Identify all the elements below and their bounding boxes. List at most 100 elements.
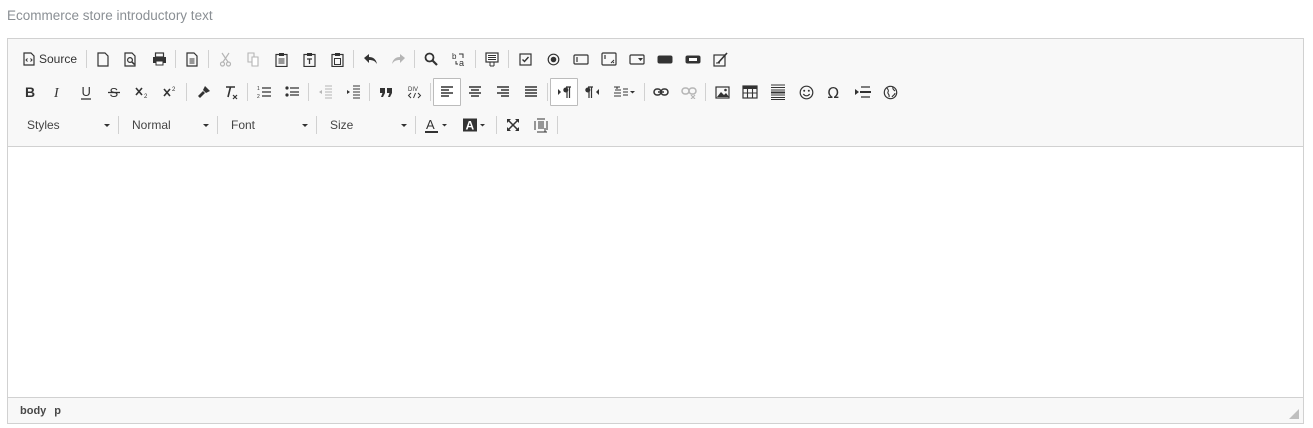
- remove-format-button[interactable]: [217, 78, 245, 106]
- bg-color-button[interactable]: A: [456, 111, 494, 139]
- new-page-button[interactable]: [89, 45, 117, 73]
- outdent-button[interactable]: [311, 78, 339, 106]
- unlink-button[interactable]: [675, 78, 703, 106]
- svg-text:Ω: Ω: [827, 85, 838, 99]
- form-button-button[interactable]: [651, 45, 679, 73]
- image-button[interactable]: [708, 78, 736, 106]
- rtl-button[interactable]: [578, 78, 606, 106]
- preview-icon: [124, 51, 136, 67]
- source-button[interactable]: Source: [16, 45, 84, 73]
- maximize-button[interactable]: [499, 111, 527, 139]
- language-button[interactable]: [606, 78, 642, 106]
- select-field-button[interactable]: [623, 45, 651, 73]
- indent-icon: [346, 85, 360, 99]
- templates-icon: [186, 51, 198, 67]
- font-combo[interactable]: Font: [220, 112, 314, 138]
- ltr-button[interactable]: [550, 78, 578, 106]
- separator: [308, 83, 309, 101]
- select-all-button[interactable]: [478, 45, 506, 73]
- text-field-button[interactable]: [567, 45, 595, 73]
- italic-button[interactable]: I: [44, 78, 72, 106]
- separator: [316, 116, 317, 134]
- horizontal-rule-button[interactable]: [764, 78, 792, 106]
- maximize-icon: [507, 119, 519, 131]
- show-blocks-button[interactable]: [527, 111, 555, 139]
- copy-format-button[interactable]: [189, 78, 217, 106]
- iframe-icon: [883, 85, 897, 99]
- format-label: Normal: [132, 118, 171, 132]
- separator: [353, 50, 355, 68]
- justify-button[interactable]: [517, 78, 545, 106]
- blockquote-button[interactable]: [372, 78, 400, 106]
- paste-word-button[interactable]: [323, 45, 351, 73]
- align-right-icon: [497, 85, 509, 97]
- source-icon: [23, 52, 35, 66]
- table-button[interactable]: [736, 78, 764, 106]
- size-label: Size: [330, 118, 354, 132]
- path-item-body[interactable]: body: [16, 405, 50, 417]
- paste-text-icon: [302, 52, 316, 67]
- source-label: Source: [39, 52, 78, 66]
- chevron-down-icon: [203, 123, 209, 127]
- svg-text:DIV: DIV: [408, 87, 418, 93]
- link-button[interactable]: [647, 78, 675, 106]
- hidden-field-icon: [713, 51, 728, 67]
- svg-text:a: a: [459, 58, 464, 67]
- special-char-button[interactable]: Ω: [820, 78, 848, 106]
- hidden-field-button[interactable]: [707, 45, 735, 73]
- bulleted-list-button[interactable]: [278, 78, 306, 106]
- image-button-button[interactable]: [679, 45, 707, 73]
- templates-button[interactable]: [178, 45, 206, 73]
- cut-icon: [219, 52, 231, 67]
- numbered-list-button[interactable]: 12: [250, 78, 278, 106]
- align-center-button[interactable]: [461, 78, 489, 106]
- paste-button[interactable]: [267, 45, 295, 73]
- replace-icon: ba: [452, 52, 464, 67]
- underline-button[interactable]: U: [72, 78, 100, 106]
- find-button[interactable]: [417, 45, 445, 73]
- svg-text:2: 2: [257, 94, 260, 99]
- underline-icon: U: [81, 85, 91, 100]
- align-right-button[interactable]: [489, 78, 517, 106]
- separator: [118, 116, 119, 134]
- separator: [208, 50, 210, 68]
- styles-combo[interactable]: Styles: [16, 112, 116, 138]
- editor-content-area[interactable]: [8, 147, 1303, 397]
- text-color-button[interactable]: A: [418, 111, 456, 139]
- replace-button[interactable]: ba: [445, 45, 473, 73]
- svg-text:A: A: [466, 118, 475, 132]
- redo-button[interactable]: [384, 45, 412, 73]
- bold-button[interactable]: B: [16, 78, 44, 106]
- path-item-p[interactable]: p: [50, 405, 65, 417]
- separator: [415, 116, 416, 134]
- checkbox-icon: [518, 52, 532, 66]
- cut-button[interactable]: [211, 45, 239, 73]
- preview-button[interactable]: [117, 45, 145, 73]
- resize-icon[interactable]: [1289, 409, 1299, 419]
- editor-toolbar: Source b a B I U 2 2 1 2 DIV Ω Styles No…: [8, 39, 1303, 147]
- iframe-button[interactable]: [876, 78, 904, 106]
- textarea-button[interactable]: [595, 45, 623, 73]
- page-break-button[interactable]: [848, 78, 876, 106]
- paste-text-button[interactable]: [295, 45, 323, 73]
- align-left-button[interactable]: [433, 78, 461, 106]
- checkbox-button[interactable]: [511, 45, 539, 73]
- size-combo[interactable]: Size: [319, 112, 413, 138]
- undo-button[interactable]: [356, 45, 384, 73]
- copy-icon: [246, 51, 259, 67]
- radio-button[interactable]: [539, 45, 567, 73]
- strike-button[interactable]: S: [100, 78, 128, 106]
- unlink-icon: [681, 86, 697, 99]
- svg-text:1: 1: [257, 86, 260, 92]
- subscript-button[interactable]: 2: [128, 78, 156, 106]
- copy-button[interactable]: [239, 45, 267, 73]
- smiley-button[interactable]: [792, 78, 820, 106]
- ltr-icon: [557, 86, 571, 98]
- div-container-button[interactable]: DIV: [400, 78, 428, 106]
- superscript-button[interactable]: 2: [156, 78, 184, 106]
- select-icon: [629, 53, 645, 65]
- indent-button[interactable]: [339, 78, 367, 106]
- print-button[interactable]: [145, 45, 173, 73]
- format-combo[interactable]: Normal: [121, 112, 215, 138]
- separator: [414, 50, 416, 68]
